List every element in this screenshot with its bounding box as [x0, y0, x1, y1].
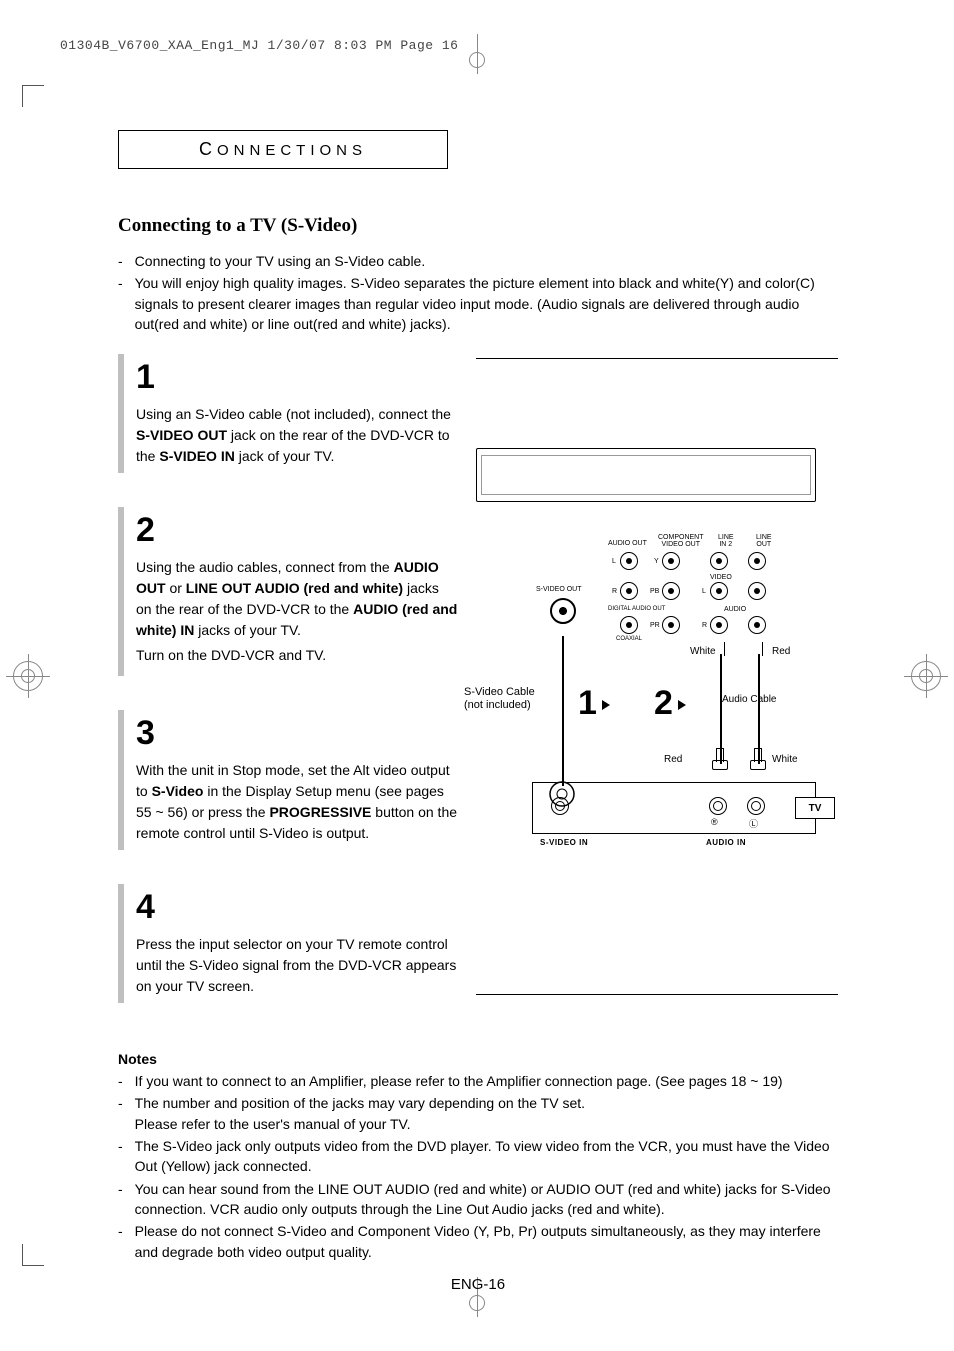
diagram-callout-2: 2 [654, 684, 673, 723]
step-1: 1 Using an S-Video cable (not included),… [118, 354, 458, 473]
note-item: -If you want to connect to an Amplifier,… [118, 1071, 838, 1091]
tv-jack-icon [747, 797, 765, 815]
registration-mark-icon [6, 654, 50, 698]
s-video-jack-icon [550, 598, 576, 624]
tv-label: TV [795, 797, 835, 819]
section-heading-cap: C [199, 139, 217, 159]
page-content: CONNECTIONS Connecting to a TV (S-Video)… [118, 130, 838, 1293]
rca-plug-icon [712, 748, 728, 770]
s-video-cable-line [562, 636, 564, 786]
intro-text: You will enjoy high quality images. S-Vi… [135, 273, 838, 334]
notes-list: -If you want to connect to an Amplifier,… [118, 1071, 838, 1262]
dvd-vcr-icon [476, 448, 816, 502]
note-item: -The S-Video jack only outputs video fro… [118, 1136, 838, 1177]
tv-jack-icon [709, 797, 727, 815]
section-heading-box: CONNECTIONS [118, 130, 448, 169]
note-item: -You can hear sound from the LINE OUT AU… [118, 1179, 838, 1220]
page-subtitle: Connecting to a TV (S-Video) [118, 215, 838, 237]
audio-in-label: AUDIO IN [706, 838, 746, 847]
tv-icon: ® Ⓛ TV [532, 782, 816, 834]
step-body: Press the input selector on your TV remo… [136, 934, 458, 997]
audio-cable-label: Audio Cable [722, 694, 776, 705]
step-2: 2 Using the audio cables, connect from t… [118, 507, 458, 676]
step-number: 3 [136, 716, 458, 750]
crop-mark [22, 85, 44, 107]
step-number: 2 [136, 513, 458, 547]
step-number: 4 [136, 890, 458, 924]
note-item: -Please do not connect S-Video and Compo… [118, 1221, 838, 1262]
note-item: -The number and position of the jacks ma… [118, 1093, 838, 1134]
step-body: Using an S-Video cable (not included), c… [136, 404, 458, 467]
registration-mark-icon [904, 654, 948, 698]
connection-diagram: AUDIO OUT COMPONENT VIDEO OUT LINE IN 2 … [476, 354, 838, 994]
tv-jack-icon [551, 797, 569, 815]
rca-plug-icon [750, 748, 766, 770]
notes-heading: Notes [118, 1051, 838, 1067]
intro-list: - Connecting to your TV using an S-Video… [118, 251, 838, 334]
intro-text: Connecting to your TV using an S-Video c… [135, 251, 426, 271]
step-4: 4 Press the input selector on your TV re… [118, 884, 458, 1003]
steps-column: 1 Using an S-Video cable (not included),… [118, 354, 458, 1037]
step-number: 1 [136, 360, 458, 394]
s-video-cable-label: S-Video Cable (not included) [464, 686, 535, 712]
crop-mark [22, 1244, 44, 1266]
step-3: 3 With the unit in Stop mode, set the Al… [118, 710, 458, 850]
print-header: 01304B_V6700_XAA_Eng1_MJ 1/30/07 8:03 PM… [60, 38, 458, 53]
back-panel-diagram: AUDIO OUT COMPONENT VIDEO OUT LINE IN 2 … [550, 544, 816, 660]
intro-item: - You will enjoy high quality images. S-… [118, 273, 838, 334]
step-body: Using the audio cables, connect from the… [136, 557, 458, 666]
intro-item: - Connecting to your TV using an S-Video… [118, 251, 838, 271]
s-video-in-label: S-VIDEO IN [540, 838, 588, 847]
page-number: ENG-16 [118, 1276, 838, 1293]
registration-mark-icon [463, 34, 491, 74]
section-heading-rest: ONNECTIONS [217, 142, 367, 159]
diagram-callout-1: 1 [578, 684, 597, 723]
step-body: With the unit in Stop mode, set the Alt … [136, 760, 458, 844]
